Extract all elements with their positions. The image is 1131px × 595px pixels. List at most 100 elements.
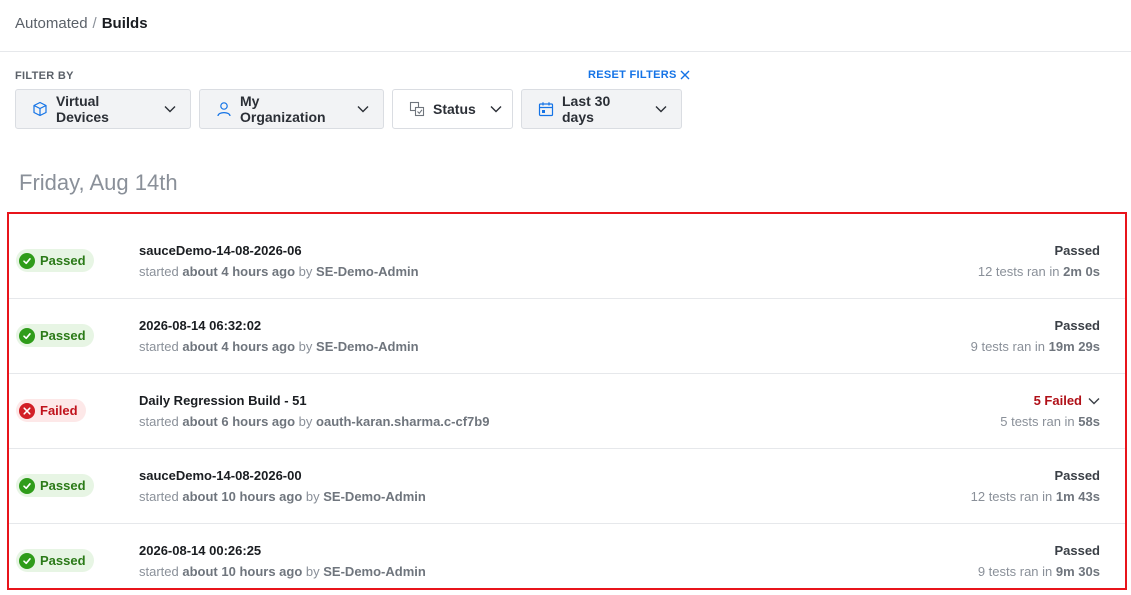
build-meta: started about 10 hours ago by SE-Demo-Ad… <box>139 489 426 504</box>
filter-by-label: FILTER BY <box>15 70 74 82</box>
build-row[interactable]: Passed sauceDemo-14-08-2026-06 started abo… <box>9 224 1125 299</box>
build-result[interactable]: 5 Failed <box>1034 393 1100 408</box>
x-icon <box>23 406 31 415</box>
top-bar: Automated / Builds <box>0 0 1131 52</box>
started-prefix: started <box>139 489 179 504</box>
summary-prefix: 9 tests ran in <box>977 564 1053 579</box>
status-icon <box>409 101 425 117</box>
close-icon <box>680 70 690 80</box>
by-word: by <box>305 489 320 504</box>
check-icon <box>23 332 31 339</box>
filter-bar: Virtual Devices My Organization Status L… <box>15 89 682 129</box>
status-badge-label: Passed <box>40 553 86 568</box>
by-word: by <box>298 339 313 354</box>
cube-icon <box>33 101 47 117</box>
status-badge: Failed <box>16 399 86 422</box>
build-duration: 9m 30s <box>1055 564 1100 579</box>
build-owner: oauth-karan.sharma.c-cf7b9 <box>316 414 490 429</box>
chevron-down-icon <box>490 106 502 113</box>
build-result: Passed <box>1054 468 1100 483</box>
by-word: by <box>305 564 320 579</box>
status-badge: Passed <box>16 249 94 272</box>
build-summary: 12 tests ran in 1m 43s <box>971 489 1100 504</box>
status-filter-label: Status <box>433 101 476 117</box>
build-owner: SE-Demo-Admin <box>323 564 426 579</box>
build-meta: started about 10 hours ago by SE-Demo-Ad… <box>139 564 426 579</box>
started-time: about 4 hours ago <box>182 264 296 279</box>
build-result-label: Passed <box>1054 468 1100 483</box>
calendar-icon <box>538 102 554 117</box>
build-owner: SE-Demo-Admin <box>323 489 426 504</box>
started-prefix: started <box>139 564 179 579</box>
virtual-devices-filter[interactable]: Virtual Devices <box>15 89 191 129</box>
build-name[interactable]: 2026-08-14 00:26:25 <box>139 543 261 558</box>
organization-filter-label: My Organization <box>240 93 326 125</box>
build-meta: started about 4 hours ago by SE-Demo-Adm… <box>139 339 419 354</box>
started-time: about 10 hours ago <box>182 564 303 579</box>
build-row[interactable]: Passed sauceDemo-14-08-2026-00 started abo… <box>9 449 1125 524</box>
status-badge-label: Passed <box>40 478 86 493</box>
virtual-devices-filter-label: Virtual Devices <box>56 93 109 125</box>
build-result: Passed <box>1054 318 1100 333</box>
check-icon <box>23 482 31 489</box>
build-meta: started about 4 hours ago by SE-Demo-Adm… <box>139 264 419 279</box>
build-duration: 2m 0s <box>1063 264 1100 279</box>
build-summary: 5 tests ran in 58s <box>1000 414 1100 429</box>
check-icon <box>23 257 31 264</box>
reset-filters-button[interactable]: RESET FILTERS <box>588 69 690 81</box>
build-summary: 9 tests ran in 9m 30s <box>978 564 1100 579</box>
build-duration: 19m 29s <box>1048 339 1100 354</box>
breadcrumb: Automated / Builds <box>15 15 148 32</box>
status-filter[interactable]: Status <box>392 89 513 129</box>
chevron-down-icon[interactable] <box>1088 397 1100 405</box>
build-name[interactable]: sauceDemo-14-08-2026-00 <box>139 468 302 483</box>
build-list: Passed sauceDemo-14-08-2026-06 started abo… <box>9 224 1125 595</box>
build-result-label: Passed <box>1054 543 1100 558</box>
by-word: by <box>298 264 313 279</box>
status-badge-label: Passed <box>40 328 86 343</box>
status-badge: Passed <box>16 324 94 347</box>
build-name[interactable]: sauceDemo-14-08-2026-06 <box>139 243 302 258</box>
chevron-down-icon <box>357 106 369 113</box>
status-badge: Passed <box>16 549 94 572</box>
started-prefix: started <box>139 264 179 279</box>
date-range-filter-label: Last 30 days <box>562 93 611 125</box>
breadcrumb-current: Builds <box>101 15 148 32</box>
started-prefix: started <box>139 414 179 429</box>
summary-prefix: 5 tests ran in <box>1000 414 1075 429</box>
build-name[interactable]: 2026-08-14 06:32:02 <box>139 318 261 333</box>
build-result-label: Passed <box>1054 318 1100 333</box>
build-result: Passed <box>1054 543 1100 558</box>
build-row[interactable]: Failed Daily Regression Build - 51 started… <box>9 374 1125 449</box>
failed-icon <box>19 402 35 419</box>
check-icon <box>23 557 31 564</box>
started-time: about 10 hours ago <box>182 489 303 504</box>
user-icon <box>217 102 231 117</box>
started-time: about 4 hours ago <box>182 339 296 354</box>
status-badge-label: Failed <box>40 403 78 418</box>
organization-filter[interactable]: My Organization <box>199 89 384 129</box>
build-row[interactable]: Passed 2026-08-14 06:32:02 started about 4… <box>9 299 1125 374</box>
by-word: by <box>298 414 313 429</box>
passed-icon <box>19 252 35 269</box>
build-name[interactable]: Daily Regression Build - 51 <box>139 393 307 408</box>
build-summary: 12 tests ran in 2m 0s <box>978 264 1100 279</box>
passed-icon <box>19 552 35 569</box>
summary-prefix: 12 tests ran in <box>970 489 1053 504</box>
build-result-label: 5 Failed <box>1033 393 1082 408</box>
summary-prefix: 9 tests ran in <box>970 339 1046 354</box>
started-prefix: started <box>139 339 179 354</box>
build-duration: 1m 43s <box>1055 489 1100 504</box>
breadcrumb-separator: / <box>92 15 97 32</box>
build-result-label: Passed <box>1054 243 1100 258</box>
build-meta: started about 6 hours ago by oauth-karan… <box>139 414 489 429</box>
date-range-filter[interactable]: Last 30 days <box>521 89 682 129</box>
status-badge: Passed <box>16 474 94 497</box>
day-heading: Friday, Aug 14th <box>19 170 178 195</box>
status-badge-label: Passed <box>40 253 86 268</box>
started-time: about 6 hours ago <box>182 414 296 429</box>
reset-filters-label: RESET FILTERS <box>588 69 677 81</box>
build-duration: 58s <box>1078 414 1100 429</box>
build-row[interactable]: Passed 2026-08-14 00:26:25 started about 1… <box>9 524 1125 595</box>
breadcrumb-parent-link[interactable]: Automated <box>15 15 88 32</box>
